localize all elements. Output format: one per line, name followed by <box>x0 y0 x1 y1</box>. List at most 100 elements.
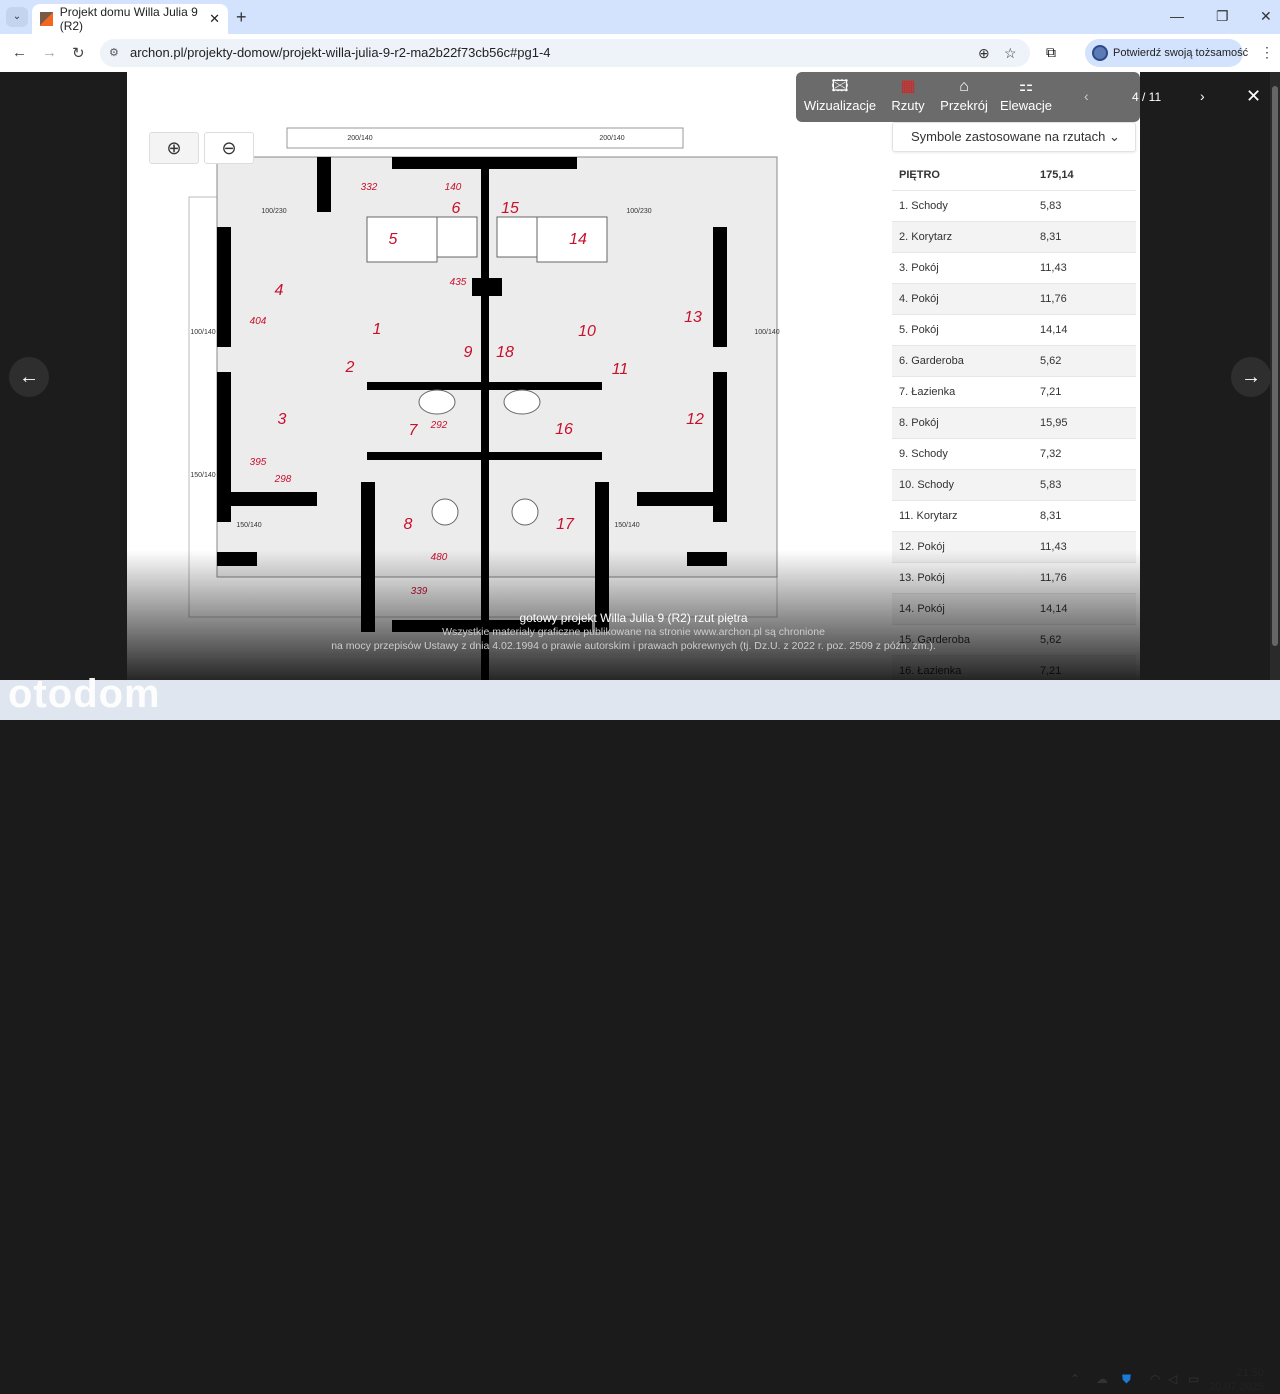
window-label: 100/230 <box>626 208 651 215</box>
url-input[interactable]: ⚙ archon.pl/projekty-domow/projekt-willa… <box>100 39 1030 67</box>
tab-elewacje[interactable]: ⚏ Elewacje <box>996 72 1056 122</box>
zoom-in-button[interactable]: ⊕ <box>149 132 199 164</box>
floor-total-area: 175,14 <box>1040 169 1074 181</box>
room-area: 7,32 <box>1040 448 1062 460</box>
restore-button[interactable]: ❐ <box>1216 8 1229 25</box>
room-name: 2. Korytarz <box>899 231 953 243</box>
room-label: 7 <box>409 422 419 439</box>
symbols-dropdown[interactable]: Symbole zastosowane na rzutach ⌄ <box>892 122 1136 152</box>
forward-button[interactable]: → <box>42 44 57 61</box>
room-area: 8,31 <box>1040 231 1062 243</box>
room-area: 14,14 <box>1040 324 1068 336</box>
image-counter: 4 / 11 <box>1132 90 1162 104</box>
room-label: 1 <box>373 321 382 338</box>
battery-icon[interactable]: ▭ <box>1188 1372 1199 1386</box>
table-row: 13. Pokój 11,76 <box>892 563 1136 594</box>
room-label: 3 <box>278 411 287 428</box>
window-label: 200/140 <box>347 135 372 142</box>
room-name: 10. Schody <box>899 479 955 491</box>
address-bar-row: ← → ↻ ⚙ archon.pl/projekty-domow/projekt… <box>0 34 1280 72</box>
previous-image-button[interactable]: ‹ <box>1084 88 1089 104</box>
tab-wizualizacje[interactable]: 🖾 Wizualizacje <box>796 72 884 122</box>
copyright-notice-line2: na mocy przepisów Ustawy z dnia 4.02.199… <box>331 640 936 652</box>
system-clock[interactable]: 21:50 20.07.2025 <box>1200 1366 1264 1394</box>
minimize-button[interactable]: — <box>1170 8 1184 24</box>
room-name: 3. Pokój <box>899 262 939 274</box>
window-label: 100/230 <box>261 208 286 215</box>
clock-date: 20.07.2025 <box>1208 1381 1264 1393</box>
profile-avatar <box>1092 45 1108 61</box>
window-label: 100/140 <box>754 329 779 336</box>
room-label: 17 <box>556 516 575 533</box>
table-row: 12. Pokój 11,43 <box>892 532 1136 563</box>
gallery-prev-arrow[interactable]: ← <box>9 357 49 397</box>
table-header: PIĘTRO 175,14 <box>892 160 1136 191</box>
onedrive-icon[interactable]: ☁ <box>1096 1372 1108 1386</box>
tab-strip: ⌄ Projekt domu Willa Julia 9 (R2) ✕ + — … <box>0 0 1280 34</box>
room-areas-panel: Symbole zastosowane na rzutach ⌄ PIĘTRO 1… <box>892 122 1136 680</box>
room-name: 6. Garderoba <box>899 355 964 367</box>
table-row: 16. Łazienka 7,21 <box>892 656 1136 680</box>
next-image-button[interactable]: › <box>1200 88 1205 104</box>
verify-identity-button[interactable]: Potwierdź swoją tożsamość <box>1085 39 1248 67</box>
browser-menu-icon[interactable]: ⋮ <box>1260 44 1274 61</box>
reload-button[interactable]: ↻ <box>72 44 85 62</box>
table-row: 1. Schody 5,83 <box>892 191 1136 222</box>
wifi-icon[interactable]: ◠ <box>1150 1372 1160 1386</box>
room-label: 5 <box>389 231 398 248</box>
table-row: 7. Łazienka 7,21 <box>892 377 1136 408</box>
back-button[interactable]: ← <box>12 44 27 61</box>
close-window-button[interactable]: ✕ <box>1260 8 1272 25</box>
volume-icon[interactable]: ◁ <box>1168 1372 1177 1386</box>
tab-label: Przekrój <box>940 98 988 113</box>
table-row: 9. Schody 7,32 <box>892 439 1136 470</box>
scrollbar-thumb[interactable] <box>1272 86 1278 646</box>
gallery-next-arrow[interactable]: → <box>1231 357 1271 397</box>
dimension-label: 480 <box>431 552 448 563</box>
table-row: 2. Korytarz 8,31 <box>892 222 1136 253</box>
bookmark-star-icon[interactable]: ☆ <box>1004 39 1017 67</box>
room-label: 12 <box>686 411 704 428</box>
site-info-icon[interactable]: ⚙ <box>109 39 119 67</box>
dimension-label: 435 <box>450 277 467 288</box>
table-row: 6. Garderoba 5,62 <box>892 346 1136 377</box>
room-name: 11. Korytarz <box>899 510 958 522</box>
gallery-modal: 1 2 3 4 5 6 7 8 9 10 11 12 13 14 15 16 1… <box>127 72 1140 680</box>
zoom-icon[interactable]: ⊕ <box>978 39 990 67</box>
table-row: 11. Korytarz 8,31 <box>892 501 1136 532</box>
room-name: 12. Pokój <box>899 541 945 553</box>
tab-label: Wizualizacje <box>803 98 877 113</box>
room-label: 16 <box>555 421 573 438</box>
room-name: 5. Pokój <box>899 324 939 336</box>
clock-time: 21:50 <box>1236 1367 1264 1379</box>
window-label: 150/140 <box>236 522 261 529</box>
page-scrollbar[interactable] <box>1270 72 1280 680</box>
defender-icon[interactable]: ⛊ <box>1122 1372 1131 1387</box>
window-label: 200/140 <box>599 135 624 142</box>
room-name: 4. Pokój <box>899 293 939 305</box>
extensions-icon[interactable]: ⧉ <box>1046 44 1056 61</box>
close-viewer-button[interactable]: ✕ <box>1246 86 1261 107</box>
tab-przekroj[interactable]: ⌂ Przekrój <box>932 72 996 122</box>
dimension-label: 298 <box>274 474 292 485</box>
show-hidden-icons-button[interactable]: ⌃ <box>1070 1372 1080 1386</box>
zoom-out-button[interactable]: ⊖ <box>204 132 254 164</box>
tab-label: Rzuty <box>891 98 925 113</box>
dimension-label: 292 <box>430 420 448 431</box>
dimension-label: 404 <box>250 316 267 327</box>
verify-label: Potwierdź swoją tożsamość <box>1113 47 1249 59</box>
dimension-label: 332 <box>361 182 378 193</box>
room-label: 10 <box>578 323 596 340</box>
table-row: 10. Schody 5,83 <box>892 470 1136 501</box>
close-tab-icon[interactable]: ✕ <box>209 11 220 27</box>
dimension-label: 140 <box>445 182 462 193</box>
room-label: 9 <box>464 344 473 361</box>
tab-search-button[interactable]: ⌄ <box>6 7 28 27</box>
new-tab-button[interactable]: + <box>236 7 247 28</box>
room-label: 2 <box>345 359 355 376</box>
window-label: 100/140 <box>190 329 215 336</box>
house-section-icon: ⌂ <box>959 78 969 95</box>
tab-rzuty[interactable]: ▦ Rzuty <box>884 72 932 122</box>
room-area: 5,62 <box>1040 355 1062 367</box>
browser-tab[interactable]: Projekt domu Willa Julia 9 (R2) ✕ <box>32 4 228 34</box>
